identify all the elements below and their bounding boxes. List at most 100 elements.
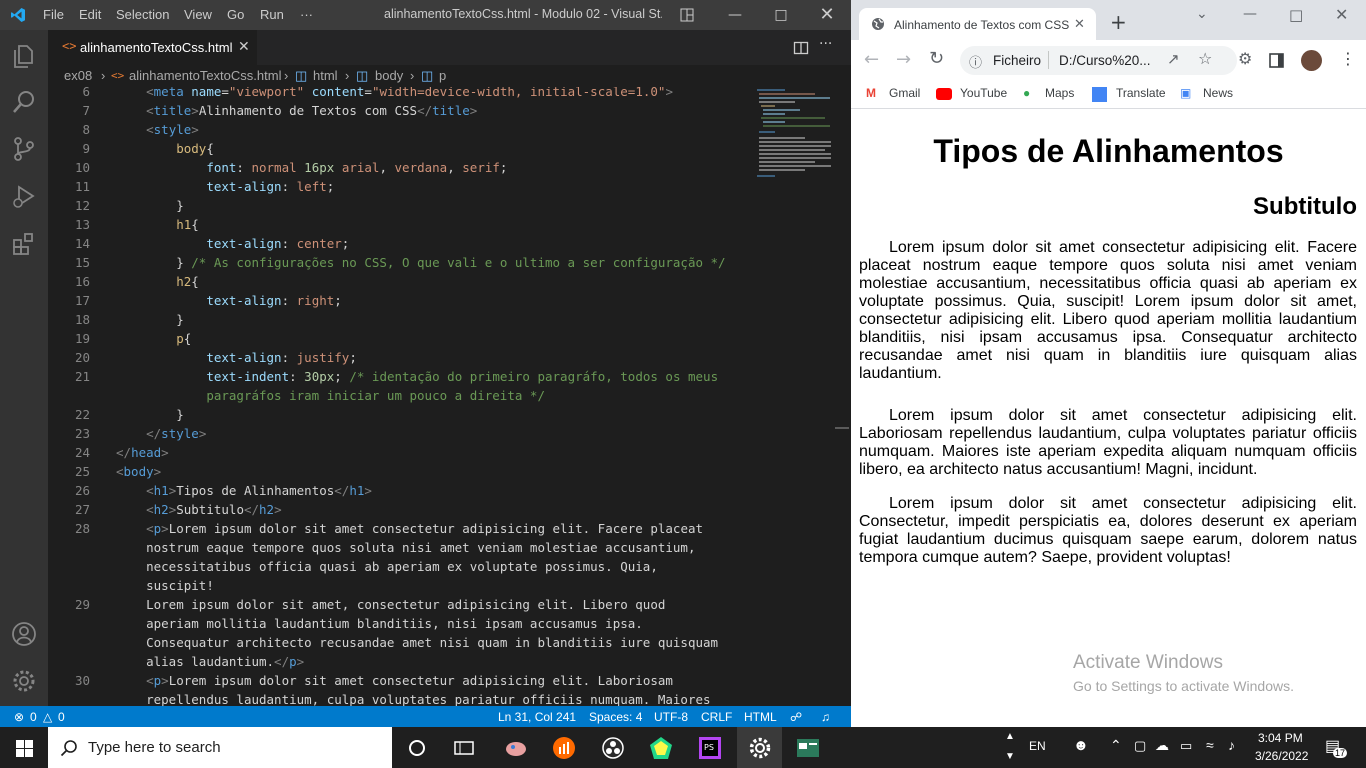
cursor-position[interactable]: Ln 31, Col 241 — [498, 710, 576, 724]
line-number: 8 — [82, 122, 90, 137]
notifications-bell-icon[interactable]: ♫ — [821, 710, 830, 724]
bookmark-gmail[interactable]: Gmail — [889, 86, 920, 100]
menu-go[interactable]: Go — [227, 7, 244, 22]
clock-date[interactable]: 3/26/2022 — [1255, 749, 1308, 763]
problems-count[interactable]: 0 — [30, 710, 37, 724]
source-control-icon[interactable] — [10, 135, 38, 163]
scroll-up-icon[interactable]: ▲ — [1005, 731, 1015, 742]
code-line: } — [116, 407, 184, 422]
breadcrumb-folder[interactable]: ex08 — [64, 68, 92, 83]
wifi-icon[interactable]: ≈ — [1206, 737, 1214, 753]
profile-avatar[interactable] — [1301, 50, 1322, 71]
warnings-count[interactable]: 0 — [58, 710, 65, 724]
indentation[interactable]: Spaces: 4 — [589, 710, 642, 724]
show-hidden-icons-chevron-icon[interactable]: ⌃ — [1110, 737, 1122, 754]
scrollbar-marker[interactable] — [835, 427, 849, 429]
breadcrumb-p[interactable]: p — [439, 68, 446, 83]
cortana-icon[interactable] — [404, 735, 430, 761]
bookmark-translate[interactable]: Translate — [1116, 86, 1166, 100]
minimap[interactable] — [755, 87, 835, 182]
onedrive-cloud-icon[interactable]: ☁ — [1155, 737, 1169, 754]
close-button[interactable]: ✕ — [1335, 5, 1348, 24]
line-number: 11 — [74, 179, 90, 194]
tab-close-icon[interactable]: ✕ — [1074, 16, 1085, 32]
settings-gear-icon[interactable] — [747, 735, 773, 761]
forward-arrow-icon[interactable]: → — [896, 49, 911, 70]
svg-text:PS: PS — [704, 743, 714, 752]
volume-icon[interactable]: ♪ — [1228, 737, 1235, 753]
breadcrumb-file[interactable]: alinhamentoTextoCss.html — [129, 68, 281, 83]
breadcrumb-html[interactable]: html — [313, 68, 338, 83]
language-mode[interactable]: HTML — [744, 710, 777, 724]
back-arrow-icon[interactable]: ← — [864, 49, 879, 70]
menu-more[interactable]: ··· — [300, 7, 313, 22]
new-tab-icon[interactable]: + — [1110, 10, 1127, 34]
battery-icon[interactable]: ▭ — [1180, 738, 1192, 754]
line-number: 14 — [74, 236, 90, 251]
accounts-icon[interactable] — [10, 620, 38, 648]
breadcrumb-body[interactable]: body — [375, 68, 403, 83]
windows-taskbar: Type here to search PS ▲ ▼ EN ☻ ⌃ ▢ ☁ ▭ … — [0, 727, 1366, 768]
code-editor[interactable]: 6 7 8 9 10 11 12 13 14 15 16 17 18 19 20 21 22 23 24 25 26 27… — [48, 87, 851, 706]
bookmark-maps[interactable]: Maps — [1045, 86, 1074, 100]
tab-alinhamentotextocss[interactable]: <> alinhamentoTextoCss.html ✕ — [48, 30, 257, 65]
app-window-icon[interactable] — [795, 735, 821, 761]
minimize-button[interactable]: — — [712, 0, 758, 30]
chrome-menu-icon[interactable]: ⋮ — [1340, 49, 1356, 68]
maximize-button[interactable]: □ — [758, 0, 804, 30]
end-of-line[interactable]: CRLF — [701, 710, 732, 724]
menu-selection[interactable]: Selection — [116, 7, 169, 22]
more-actions-icon[interactable]: ··· — [819, 36, 832, 52]
info-icon[interactable]: ⓘ — [969, 52, 982, 71]
chrome-window: Alinhamento de Textos com CSS ✕ + ⌄ — □ … — [851, 0, 1366, 727]
menu-view[interactable]: View — [184, 7, 212, 22]
address-bar[interactable]: ⓘ Ficheiro D:/Curso%20... — [960, 46, 1237, 75]
problems-error-icon[interactable]: ⊗ — [14, 710, 24, 724]
code-line: <p>Lorem ipsum dolor sit amet consectetu… — [146, 521, 704, 536]
maximize-button[interactable]: □ — [1289, 6, 1303, 24]
tab-search-chevron-icon[interactable]: ⌄ — [1196, 6, 1208, 22]
extensions-icon[interactable] — [10, 229, 38, 257]
bookmark-news[interactable]: News — [1203, 86, 1233, 100]
close-button[interactable]: ✕ — [804, 0, 850, 30]
language-indicator[interactable]: EN — [1029, 739, 1046, 753]
run-debug-icon[interactable] — [10, 182, 38, 210]
address-url: D:/Curso%20... — [1059, 53, 1151, 68]
layout-icon[interactable] — [680, 8, 694, 22]
search-icon[interactable] — [10, 88, 38, 116]
chart-app-icon[interactable] — [551, 735, 577, 761]
extensions-puzzle-icon[interactable]: ⚙ — [1238, 49, 1252, 68]
tab-close-icon[interactable]: ✕ — [238, 38, 250, 55]
reload-icon[interactable]: ↻ — [929, 48, 944, 69]
line-number: 24 — [74, 445, 90, 460]
feedback-icon[interactable]: ☍ — [790, 710, 802, 724]
browser-tab[interactable]: Alinhamento de Textos com CSS ✕ — [859, 8, 1096, 40]
bookmark-youtube[interactable]: YouTube — [960, 86, 1007, 100]
settings-gear-icon[interactable] — [10, 667, 38, 695]
bookmark-star-icon[interactable]: ☆ — [1198, 49, 1212, 68]
obs-icon[interactable] — [600, 735, 626, 761]
people-icon[interactable]: ☻ — [1073, 737, 1089, 754]
taskbar-search-box[interactable]: Type here to search — [48, 727, 392, 768]
globe-icon — [872, 18, 884, 30]
phpstorm-icon[interactable]: PS — [697, 735, 723, 761]
clock-time[interactable]: 3:04 PM — [1258, 731, 1303, 745]
task-view-icon[interactable] — [451, 735, 477, 761]
share-icon[interactable]: ↗ — [1167, 50, 1180, 68]
meet-now-icon[interactable]: ▢ — [1134, 738, 1146, 754]
windows-start-icon[interactable] — [16, 740, 33, 757]
side-panel-icon[interactable] — [1269, 53, 1284, 68]
warning-icon[interactable]: △ — [43, 710, 52, 724]
menu-edit[interactable]: Edit — [79, 7, 101, 22]
minimize-button[interactable]: — — [1243, 6, 1257, 22]
menu-file[interactable]: File — [43, 7, 64, 22]
scroll-down-icon[interactable]: ▼ — [1005, 751, 1015, 762]
menu-run[interactable]: Run — [260, 7, 284, 22]
line-number: 20 — [74, 350, 90, 365]
split-editor-icon[interactable] — [793, 40, 809, 56]
explorer-icon[interactable] — [10, 41, 38, 69]
encoding[interactable]: UTF-8 — [654, 710, 688, 724]
paint-icon[interactable] — [503, 735, 529, 761]
page-subtitle: Subtitulo — [1253, 193, 1357, 220]
pycharm-icon[interactable] — [648, 735, 674, 761]
